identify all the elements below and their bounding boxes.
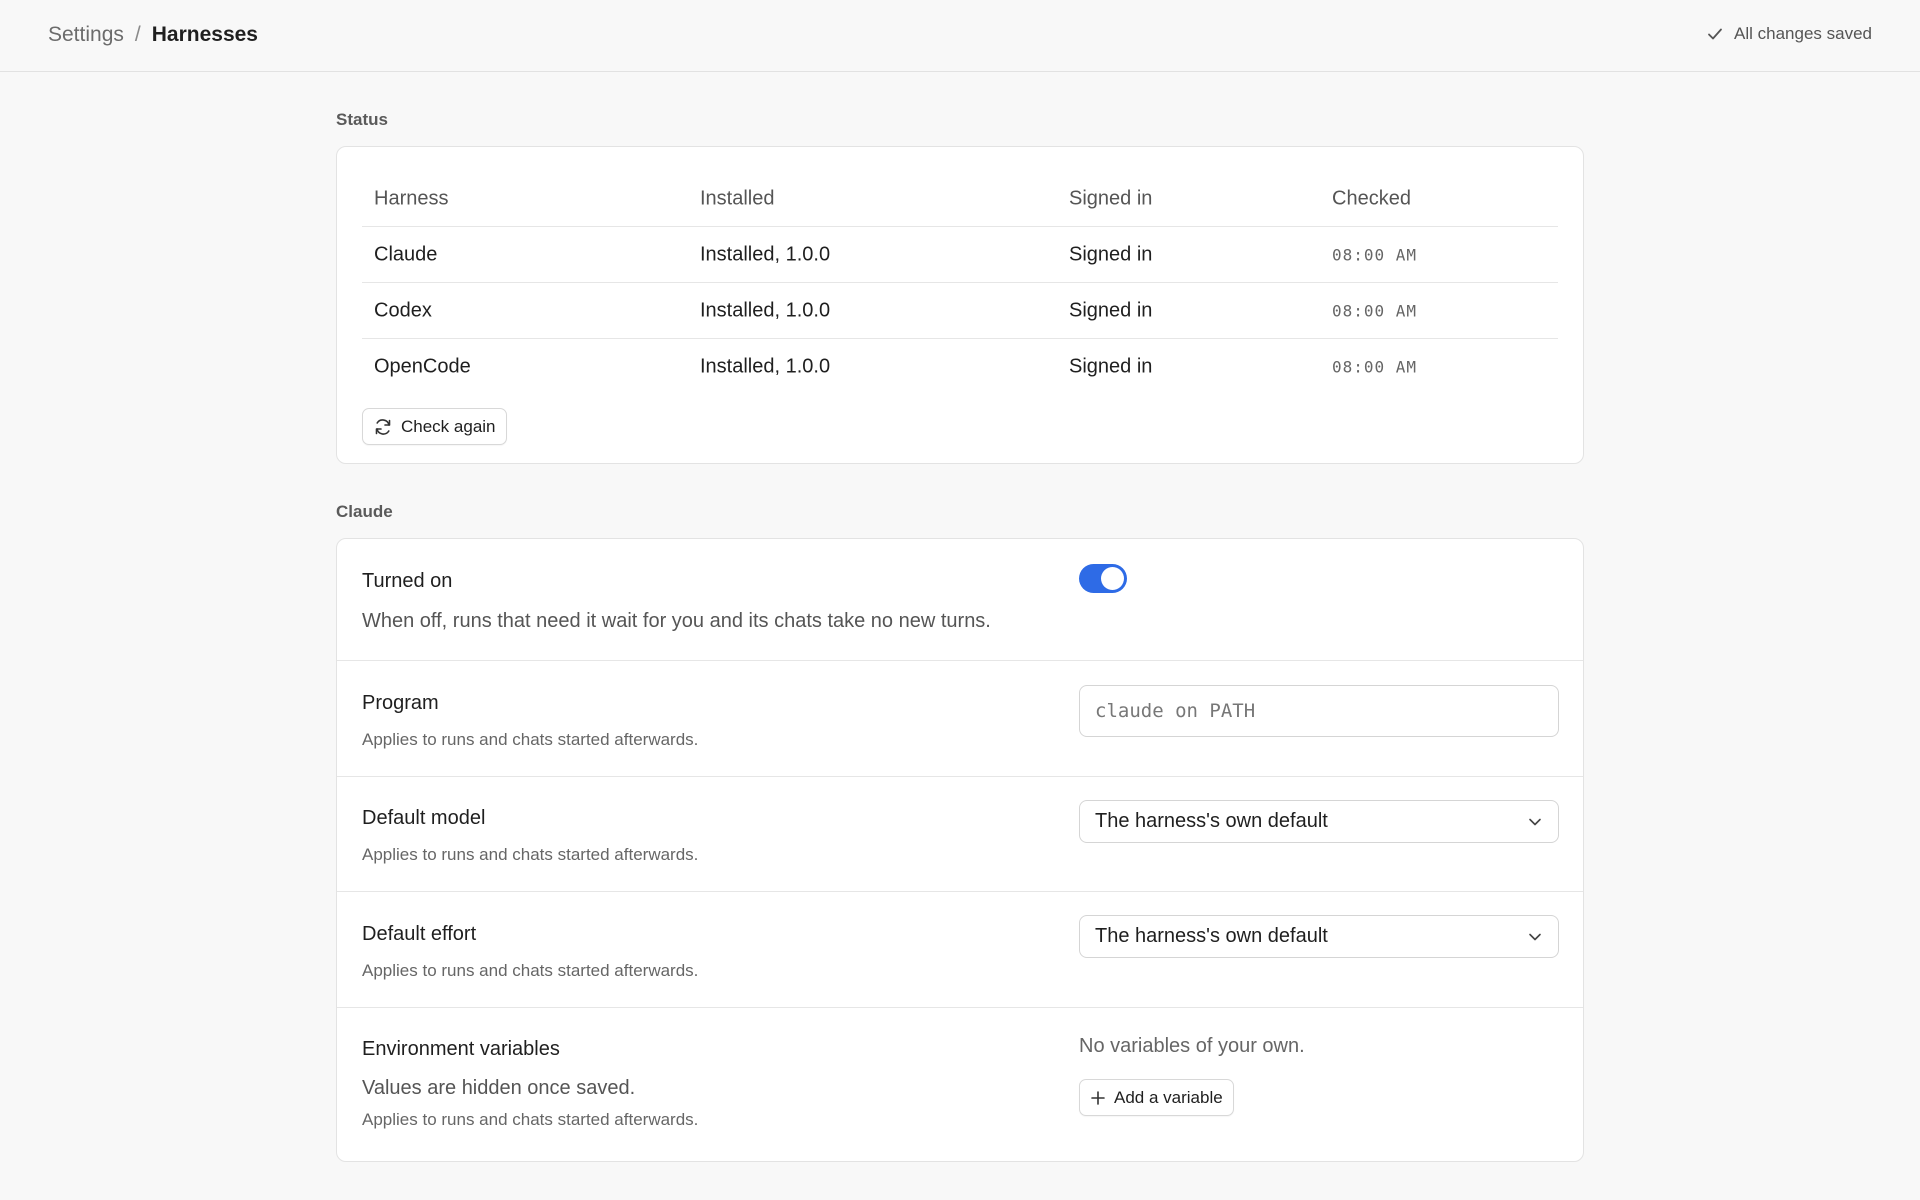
checked-time: 08:00 AM xyxy=(1332,301,1418,320)
installed-status: Installed, 1.0.0 xyxy=(700,299,831,321)
harness-name: OpenCode xyxy=(374,355,471,377)
table-row: Claude Installed, 1.0.0 Signed in 08:00 … xyxy=(362,227,1558,283)
status-table: Harness Installed Signed in Checked Clau… xyxy=(362,171,1558,394)
signed-in-status: Signed in xyxy=(1069,299,1153,321)
claude-section-label: Claude xyxy=(336,502,393,521)
chevron-down-icon xyxy=(1529,818,1541,826)
save-status-text: All changes saved xyxy=(1734,24,1872,43)
column-header-signed-in: Signed in xyxy=(1069,187,1153,209)
status-section-label: Status xyxy=(336,110,388,129)
toggle-knob xyxy=(1101,567,1124,590)
default-effort-title: Default effort xyxy=(362,923,477,945)
plus-icon xyxy=(1091,1090,1105,1105)
no-variables-text: No variables of your own. xyxy=(1079,1035,1305,1057)
save-status: All changes saved xyxy=(1706,24,1872,44)
environment-variables-row: Environment variables Values are hidden … xyxy=(337,1008,1583,1160)
env-vars-description: Applies to runs and chats started afterw… xyxy=(362,1110,699,1129)
turned-on-title: Turned on xyxy=(362,570,453,592)
checked-time: 08:00 AM xyxy=(1332,245,1418,264)
env-vars-note: Values are hidden once saved. xyxy=(362,1077,636,1099)
refresh-icon xyxy=(375,418,391,435)
breadcrumb-settings-link[interactable]: Settings xyxy=(48,23,124,47)
default-effort-select[interactable]: The harness's own default xyxy=(1079,915,1559,958)
breadcrumb: Settings / Harnesses xyxy=(48,23,258,47)
installed-status: Installed, 1.0.0 xyxy=(700,355,831,377)
chevron-down-icon xyxy=(1529,933,1541,941)
default-model-description: Applies to runs and chats started afterw… xyxy=(362,845,699,864)
status-card: Harness Installed Signed in Checked Clau… xyxy=(336,146,1584,464)
column-header-installed: Installed xyxy=(700,187,775,209)
check-icon xyxy=(1708,28,1722,40)
breadcrumb-separator: / xyxy=(134,23,141,46)
signed-in-status: Signed in xyxy=(1069,243,1153,265)
harness-name: Claude xyxy=(374,243,438,265)
column-header-checked: Checked xyxy=(1332,187,1411,209)
signed-in-status: Signed in xyxy=(1069,355,1153,377)
default-effort-value: The harness's own default xyxy=(1095,925,1328,947)
top-bar: Settings / Harnesses All changes saved xyxy=(0,0,1920,72)
claude-settings-card: Turned on When off, runs that need it wa… xyxy=(336,538,1584,1162)
turned-on-description: When off, runs that need it wait for you… xyxy=(362,610,991,632)
check-again-button[interactable]: Check again xyxy=(362,408,507,445)
env-vars-title: Environment variables xyxy=(362,1038,560,1060)
turned-on-toggle[interactable] xyxy=(1079,564,1127,593)
installed-status: Installed, 1.0.0 xyxy=(700,243,831,265)
harness-name: Codex xyxy=(374,299,432,321)
add-variable-label: Add a variable xyxy=(1114,1087,1223,1107)
column-header-harness: Harness xyxy=(374,187,449,209)
default-effort-description: Applies to runs and chats started afterw… xyxy=(362,961,699,980)
table-row: OpenCode Installed, 1.0.0 Signed in 08:0… xyxy=(362,339,1558,394)
program-title: Program xyxy=(362,692,439,714)
default-model-title: Default model xyxy=(362,807,486,829)
table-header-row: Harness Installed Signed in Checked xyxy=(362,171,1558,227)
program-path-input[interactable]: claude on PATH xyxy=(1079,685,1559,737)
check-again-label: Check again xyxy=(401,416,496,436)
program-row: Program Applies to runs and chats starte… xyxy=(337,661,1583,777)
add-variable-button[interactable]: Add a variable xyxy=(1079,1079,1234,1116)
checked-time: 08:00 AM xyxy=(1332,357,1418,376)
breadcrumb-current: Harnesses xyxy=(151,23,258,46)
turned-on-row: Turned on When off, runs that need it wa… xyxy=(337,539,1583,661)
default-model-value: The harness's own default xyxy=(1095,810,1328,832)
default-model-row: Default model Applies to runs and chats … xyxy=(337,776,1583,892)
program-description: Applies to runs and chats started afterw… xyxy=(362,730,699,749)
default-effort-row: Default effort Applies to runs and chats… xyxy=(337,892,1583,1008)
table-row: Codex Installed, 1.0.0 Signed in 08:00 A… xyxy=(362,283,1558,339)
default-model-select[interactable]: The harness's own default xyxy=(1079,800,1559,843)
